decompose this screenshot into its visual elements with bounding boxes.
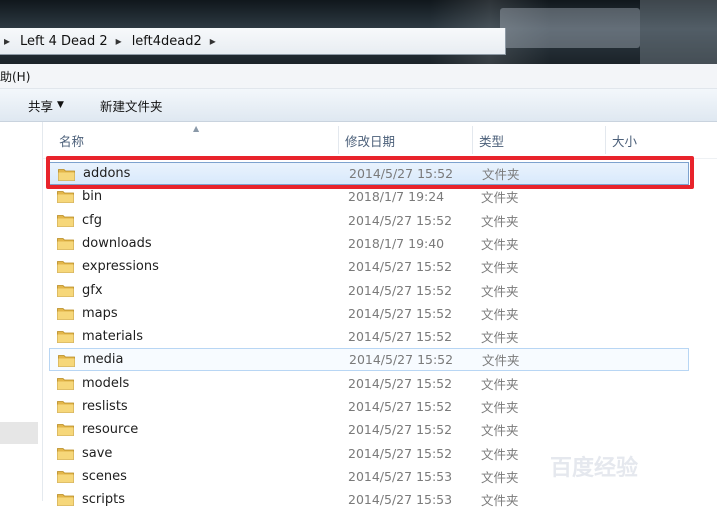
column-type-label: 类型 [479,133,505,149]
file-modified: 2014/5/27 15:52 [348,305,453,321]
file-modified: 2014/5/27 15:52 [349,352,454,368]
file-row[interactable]: maps 2014/5/27 15:52 文件夹 [49,302,689,325]
folder-icon [57,399,74,413]
file-modified: 2014/5/27 15:52 [348,282,453,298]
file-type: 文件夹 [481,446,519,462]
folder-icon [57,329,74,343]
folder-icon [57,213,74,227]
file-name: media [83,352,124,368]
file-type: 文件夹 [481,330,519,346]
watermark: 百度经验 [550,456,639,481]
file-type: 文件夹 [481,423,519,439]
column-header: 名称 ▲ 修改日期 类型 大小 [43,122,717,159]
glass-reflection [640,0,717,64]
file-type: 文件夹 [481,400,519,415]
file-name: scenes [82,468,127,484]
navigation-pane[interactable] [0,122,43,501]
folder-icon [57,492,74,507]
file-modified: 2014/5/27 15:52 [348,212,453,228]
address-bar[interactable]: ▸ Left 4 Dead 2 ▸ left4dead2 ▸ [0,28,506,55]
share-button[interactable]: 共享 ▼ [22,96,70,115]
folder-icon [57,422,74,437]
file-modified: 2014/5/27 15:52 [348,375,453,391]
sort-up-icon: ▲ [193,124,200,133]
file-row[interactable]: downloads 2018/1/7 19:40 文件夹 [49,232,689,255]
folder-icon [57,259,74,274]
column-type[interactable]: 类型 [473,122,606,158]
file-name: resource [82,422,139,438]
file-modified: 2014/5/27 15:52 [348,259,453,275]
column-modified[interactable]: 修改日期 [339,122,473,158]
chevron-right-icon[interactable]: ▸ [0,34,16,48]
breadcrumb-left4dead2[interactable]: left4dead2 [128,34,206,49]
file-modified: 2014/5/27 15:52 [348,329,453,345]
file-row[interactable]: gfx 2014/5/27 15:52 文件夹 [49,279,689,302]
file-type: 文件夹 [482,353,520,369]
highlight-box [46,156,694,189]
file-row[interactable]: resource 2014/5/27 15:52 文件夹 [49,418,689,441]
column-name-label: 名称 [59,133,85,149]
file-type: 文件夹 [481,469,519,485]
file-row[interactable]: media 2014/5/27 15:52 文件夹 [49,348,689,372]
file-type: 文件夹 [481,236,519,252]
new-folder-button-label: 新建文件夹 [99,98,163,114]
file-name: models [82,375,130,391]
caret-down-icon: ▼ [57,100,64,110]
column-size-label: 大小 [612,133,638,149]
file-name: maps [82,305,118,321]
chevron-right-icon[interactable]: ▸ [206,34,222,48]
file-row[interactable]: expressions 2014/5/27 15:52 文件夹 [49,255,689,278]
folder-icon [57,283,74,297]
file-row[interactable]: scripts 2014/5/27 15:53 文件夹 [49,488,689,511]
file-type: 文件夹 [481,190,519,206]
folder-icon [57,469,74,483]
file-name: save [82,445,113,461]
folder-icon [57,189,74,204]
file-row[interactable]: cfg 2014/5/27 15:52 文件夹 [49,209,689,232]
chevron-right-icon[interactable]: ▸ [112,34,128,48]
file-row[interactable]: reslists 2014/5/27 15:52 文件夹 [49,395,689,418]
file-modified: 2014/5/27 15:53 [348,468,453,484]
file-modified: 2018/1/7 19:40 [348,235,445,251]
file-modified: 2014/5/27 15:52 [348,445,453,461]
column-name[interactable]: 名称 ▲ [43,122,339,158]
command-toolbar: 共享 ▼ 新建文件夹 [0,89,717,122]
file-modified: 2018/1/7 19:24 [348,189,445,205]
file-name: cfg [82,212,102,228]
file-type: 文件夹 [481,283,519,299]
file-type: 文件夹 [481,306,519,322]
navigation-selected-item[interactable] [0,422,38,444]
file-name: scripts [82,492,125,508]
folder-icon [57,376,74,390]
new-folder-button[interactable]: 新建文件夹 [94,96,169,115]
breadcrumb-left-4-dead-2[interactable]: Left 4 Dead 2 [16,34,112,49]
menu-help[interactable]: 帮助(H) [0,68,30,85]
file-type: 文件夹 [481,376,519,392]
file-name: bin [82,189,103,205]
file-type: 文件夹 [481,213,519,229]
file-type: 文件夹 [481,260,519,276]
file-modified: 2014/5/27 15:52 [348,399,453,414]
menu-bar: 帮助(H) [0,64,717,89]
file-type: 文件夹 [481,493,519,509]
folder-icon [57,446,74,460]
folder-icon [57,306,74,320]
file-row[interactable]: materials 2014/5/27 15:52 文件夹 [49,325,689,348]
folder-icon [58,353,75,368]
file-row[interactable]: models 2014/5/27 15:52 文件夹 [49,372,689,395]
file-modified: 2014/5/27 15:53 [348,492,453,508]
file-modified: 2014/5/27 15:52 [348,422,453,438]
file-name: downloads [82,235,152,251]
file-name: materials [82,329,144,345]
column-size[interactable]: 大小 [606,122,706,158]
column-modified-label: 修改日期 [345,133,396,149]
file-name: expressions [82,259,159,275]
glass-reflection [500,8,640,48]
file-name: reslists [82,399,128,414]
file-name: gfx [82,282,103,298]
folder-icon [57,236,74,250]
share-button-label: 共享 [28,98,54,114]
